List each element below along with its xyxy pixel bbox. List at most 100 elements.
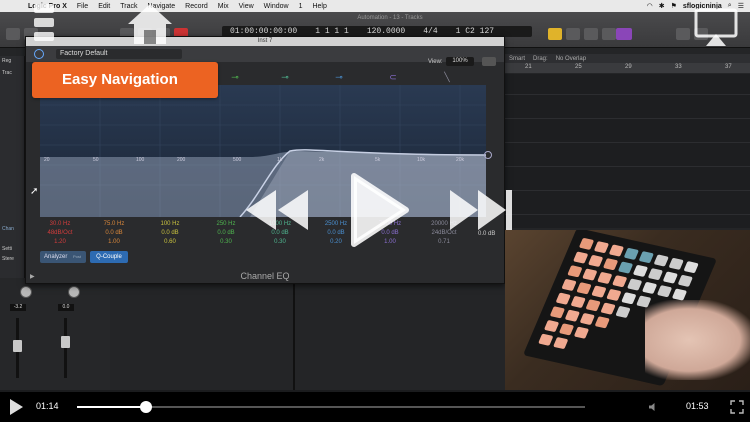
inspector-label[interactable]: Chan (2, 226, 14, 232)
callout-banner: Easy Navigation (32, 62, 218, 98)
total-time: 01:53 (686, 401, 709, 411)
band-peak-icon[interactable]: ⊸ (226, 71, 244, 83)
play-button-icon[interactable] (8, 398, 24, 416)
lane-divider (505, 166, 750, 167)
mouse-pointer-icon: ➚ (30, 186, 39, 197)
fullscreen-icon[interactable] (730, 400, 744, 414)
gain-scale-handle[interactable] (484, 151, 492, 159)
band-q: 0.30 (220, 239, 232, 245)
band-shelf-icon[interactable]: ⊂ (384, 71, 402, 83)
freq-tick: 10k (417, 157, 426, 163)
preset-menu[interactable]: Factory Default (56, 49, 182, 59)
menu-mix[interactable]: Mix (218, 3, 229, 10)
disclosure-triangle-icon[interactable]: ▶ (30, 273, 35, 280)
band-q: 0.30 (274, 239, 286, 245)
view-label: View: (428, 59, 443, 65)
cycle-button[interactable] (548, 28, 562, 40)
lane-divider (505, 190, 750, 191)
app-window: Logic Pro X File Edit Track Navigate Rec… (0, 0, 750, 422)
lcd-signature: 4/4 (423, 27, 438, 36)
fader-track (64, 318, 67, 378)
volume-readout: -3.2 (10, 304, 26, 311)
menu-1[interactable]: 1 (299, 3, 303, 10)
pan-knob[interactable] (68, 286, 80, 298)
list-editors-button[interactable] (676, 28, 690, 40)
pan-knob[interactable] (20, 286, 32, 298)
menu-record[interactable]: Record (185, 3, 208, 10)
link-icon[interactable] (482, 57, 496, 66)
volume-icon[interactable] (648, 402, 658, 412)
fast-forward-icon[interactable] (448, 188, 514, 232)
list-icon[interactable]: ☰ (738, 2, 744, 10)
tuner-button[interactable] (566, 28, 580, 40)
menu-bar: Logic Pro X File Edit Track Navigate Rec… (0, 0, 750, 12)
channel-strips: -3.2 0.0 (0, 278, 110, 390)
controller-photo (505, 230, 750, 390)
home-icon[interactable] (124, 0, 176, 48)
lane-divider (505, 118, 750, 119)
lcd-bars: 1 1 1 1 (315, 27, 349, 36)
ruler-mark: 37 (725, 64, 732, 70)
band-peak-icon[interactable]: ⊸ (276, 71, 294, 83)
metronome-button[interactable] (602, 28, 616, 40)
seek-progress (77, 406, 146, 408)
freq-tick: 50 (93, 157, 99, 163)
band-param-column[interactable]: 75.0 Hz 0.0 dB 1.00 (94, 220, 134, 247)
power-icon[interactable] (34, 49, 44, 59)
menu-window[interactable]: Window (264, 3, 289, 10)
freq-tick: 500 (233, 157, 242, 163)
band-freq: 30.0 Hz (49, 221, 71, 227)
flag-icon[interactable]: ⚑ (671, 2, 677, 10)
band-q: 1.00 (108, 239, 120, 245)
inspector-label[interactable]: Stere (2, 256, 14, 262)
inspector-label[interactable]: Setti (2, 246, 12, 252)
seek-handle[interactable] (139, 401, 152, 413)
track-lanes[interactable] (505, 74, 750, 228)
ruler-mark: 29 (625, 64, 632, 70)
band-peak-icon[interactable]: ⊸ (330, 71, 348, 83)
lcd-key: 1 C2 127 (455, 27, 495, 36)
volume-fader[interactable] (61, 336, 70, 348)
band-param-column[interactable]: 30.0 Hz 48dB/Oct 1.20 (40, 220, 80, 247)
eq-window-title[interactable]: Inst 7 (26, 37, 504, 46)
lane-divider (505, 94, 750, 95)
inspector-label[interactable]: Reg (2, 58, 11, 64)
bar-ruler[interactable]: 21 25 29 33 37 (505, 63, 750, 73)
band-param-column[interactable]: 250 Hz 0.0 dB 0.30 (206, 220, 246, 247)
volume-fader[interactable] (13, 340, 22, 352)
analyzer-button[interactable]: Analyzer Post (40, 251, 86, 263)
seek-bar[interactable] (77, 401, 585, 413)
rewind-icon[interactable] (244, 188, 310, 232)
drag-value[interactable]: No Overlap (556, 56, 586, 62)
list-menu-icon[interactable] (28, 0, 60, 50)
bluetooth-icon[interactable]: ✱ (659, 2, 665, 10)
q-couple-button[interactable]: Q-Couple (90, 251, 128, 263)
solo-button[interactable] (584, 28, 598, 40)
library-button[interactable] (6, 28, 20, 40)
ruler-mark: 33 (675, 64, 682, 70)
menu-view[interactable]: View (239, 3, 254, 10)
menu-edit[interactable]: Edit (98, 3, 110, 10)
menu-help[interactable]: Help (312, 3, 326, 10)
snap-value[interactable]: Smart (509, 56, 525, 62)
band-freq: 75.0 Hz (103, 221, 125, 227)
menu-file[interactable]: File (77, 3, 88, 10)
tracks-toolbar: Smart Drag: No Overlap (505, 54, 750, 63)
pane-divider[interactable] (293, 278, 295, 390)
analyzer-label: Analyzer (44, 254, 68, 260)
play-icon[interactable] (346, 172, 410, 248)
inspector-label[interactable]: Trac (2, 70, 12, 76)
wifi-icon[interactable]: ◠ (647, 2, 653, 10)
player-bar: 01:14 01:53 (0, 392, 750, 422)
lcd-time: 01:00:00:00:00 (230, 27, 298, 36)
band-param-column[interactable]: 100 Hz 0.0 dB 0.60 (150, 220, 190, 247)
plugin-name: Channel EQ (240, 271, 290, 281)
band-lowpass-icon[interactable]: ╲ (438, 71, 456, 83)
freq-tick: 100 (136, 157, 145, 163)
airplay-icon[interactable] (694, 8, 738, 48)
view-zoom-select[interactable]: 100% (446, 57, 474, 66)
lane-divider (505, 142, 750, 143)
count-in-button[interactable] (616, 28, 632, 40)
drag-label: Drag: (533, 55, 548, 62)
freq-tick: 2k (319, 157, 325, 163)
